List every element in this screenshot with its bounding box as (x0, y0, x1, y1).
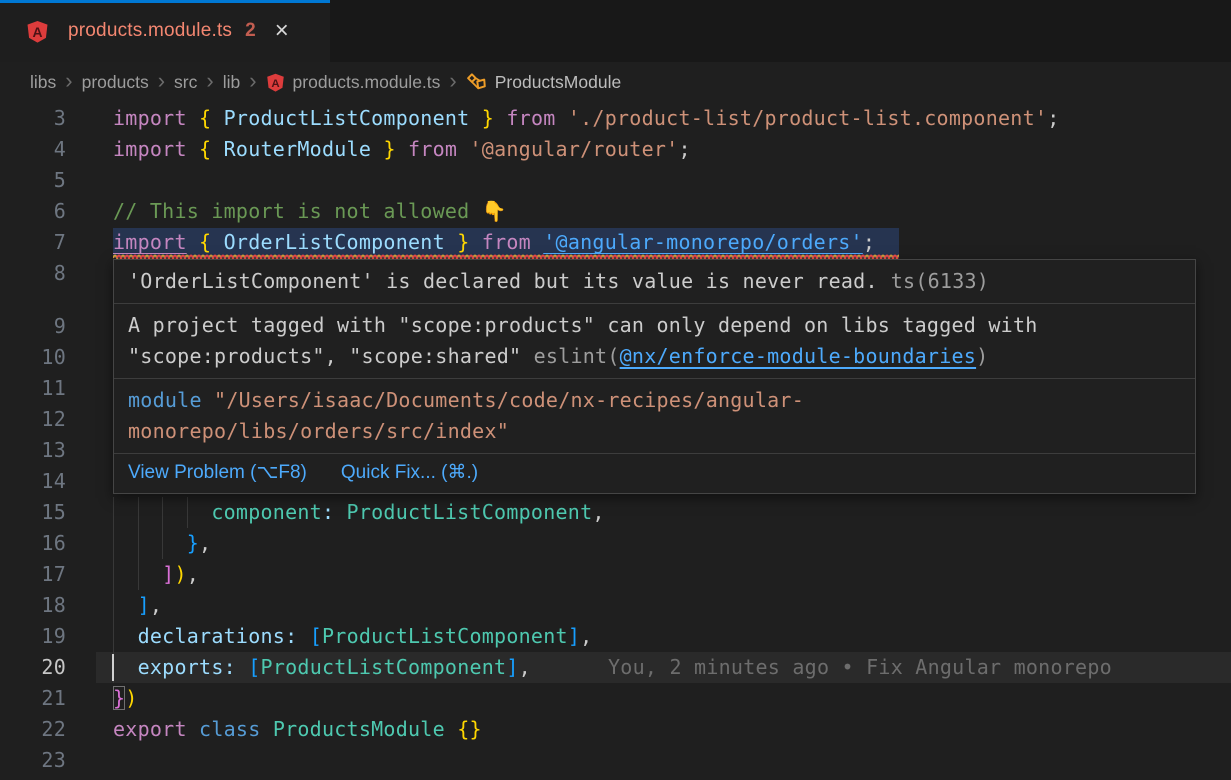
line-number: 23 (0, 745, 66, 776)
tab-problem-count-badge: 2 (245, 20, 256, 42)
hover-popup: 'OrderListComponent' is declared but its… (113, 259, 1196, 494)
eslint-message-line2: "scope:products", "scope:shared" eslint(… (128, 341, 1181, 372)
code-line-15[interactable]: 15 component: ProductListComponent, (0, 497, 1231, 528)
line-number: 12 (0, 404, 66, 435)
chevron-right-icon: › (449, 70, 456, 95)
ts-diagnostic-code: ts(6133) (891, 269, 989, 293)
code-line-19[interactable]: 19 declarations: [ProductListComponent], (0, 621, 1231, 652)
line-number: 22 (0, 714, 66, 745)
code-text: // This import is not allowed 👇 (113, 196, 507, 227)
code-text: export class ProductsModule {} (113, 714, 482, 745)
line-number: 18 (0, 590, 66, 621)
module-path-line2: monorepo/libs/orders/src/index" (128, 419, 509, 443)
code-text: }, (113, 528, 211, 559)
code-line-20[interactable]: 20 exports: [ProductListComponent], You, … (0, 652, 1231, 683)
quick-fix-action[interactable]: Quick Fix... (⌘.) (341, 461, 478, 484)
code-line-5[interactable]: 5 (0, 165, 1231, 196)
line-number: 15 (0, 497, 66, 528)
line-number: 13 (0, 435, 66, 466)
code-text: exports: [ProductListComponent], (113, 652, 531, 683)
code-line-21[interactable]: 21}) (0, 683, 1231, 714)
chevron-right-icon: › (249, 70, 256, 95)
angular-file-icon: A (266, 73, 285, 92)
hover-ts-diagnostic: 'OrderListComponent' is declared but its… (114, 260, 1195, 303)
line-number: 20 (0, 652, 66, 683)
module-path-line1: "/Users/isaac/Documents/code/nx-recipes/… (214, 388, 804, 412)
tab-label: products.module.ts (68, 20, 232, 42)
code-text: ], (113, 590, 162, 621)
tab-products-module-ts[interactable]: A products.module.ts 2 × (0, 0, 330, 62)
line-number: 17 (0, 559, 66, 590)
breadcrumb-item-src[interactable]: src (174, 72, 197, 93)
breadcrumb-item-lib[interactable]: lib (223, 72, 241, 93)
eslint-message-text: "scope:products", "scope:shared" (128, 344, 521, 368)
line-number: 4 (0, 134, 66, 165)
svg-text:A: A (271, 78, 279, 90)
line-number: 8 (0, 258, 66, 289)
line-number: 21 (0, 683, 66, 714)
view-problem-action[interactable]: View Problem (⌥F8) (128, 461, 307, 484)
code-line-6[interactable]: 6 // This import is not allowed 👇 (0, 196, 1231, 227)
chevron-right-icon: › (65, 70, 72, 95)
breadcrumb-item-file[interactable]: products.module.ts (293, 72, 441, 93)
close-icon[interactable]: × (275, 19, 289, 43)
line-number: 9 (0, 311, 66, 342)
breadcrumb-item-symbol[interactable]: ProductsModule (495, 72, 621, 93)
eslint-source-prefix: eslint( (521, 344, 619, 368)
code-line-17[interactable]: 17 ]), (0, 559, 1231, 590)
breadcrumb: libs › products › src › lib › A products… (0, 62, 1231, 103)
chevron-right-icon: › (206, 70, 213, 95)
line-number: 16 (0, 528, 66, 559)
code-text: ]), (113, 559, 199, 590)
code-text: import { RouterModule } from '@angular/r… (113, 134, 691, 165)
text-cursor (112, 654, 114, 681)
line-number: 3 (0, 103, 66, 134)
code-text: import { ProductListComponent } from './… (113, 103, 1059, 134)
code-line-16[interactable]: 16 }, (0, 528, 1231, 559)
tab-bar: A products.module.ts 2 × (0, 0, 1231, 62)
chevron-right-icon: › (158, 70, 165, 95)
eslint-message-line1: A project tagged with "scope:products" c… (128, 310, 1181, 341)
angular-file-icon: A (26, 20, 49, 43)
svg-text:A: A (32, 23, 42, 39)
code-line-4[interactable]: 4 import { RouterModule } from '@angular/… (0, 134, 1231, 165)
line-number: 7 (0, 227, 66, 258)
code-line-18[interactable]: 18 ], (0, 590, 1231, 621)
code-text: }) (113, 683, 138, 714)
eslint-source-suffix: ) (976, 344, 988, 368)
line-number: 10 (0, 342, 66, 373)
code-text: declarations: [ProductListComponent], (113, 621, 592, 652)
hover-eslint-diagnostic: A project tagged with "scope:products" c… (114, 304, 1195, 378)
code-line-3[interactable]: 3 import { ProductListComponent } from '.… (0, 103, 1231, 134)
line-number: 6 (0, 196, 66, 227)
code-line-22[interactable]: 22 export class ProductsModule {} (0, 714, 1231, 745)
breadcrumb-item-products[interactable]: products (82, 72, 149, 93)
breadcrumb-item-libs[interactable]: libs (30, 72, 56, 93)
eslint-rule-link[interactable]: @nx/enforce-module-boundaries (620, 344, 976, 368)
ts-diagnostic-message: 'OrderListComponent' is declared but its… (128, 269, 878, 293)
line-number: 5 (0, 165, 66, 196)
module-keyword: module (128, 388, 202, 412)
line-number: 11 (0, 373, 66, 404)
hover-action-bar: View Problem (⌥F8) Quick Fix... (⌘.) (114, 454, 1195, 493)
line-number: 19 (0, 621, 66, 652)
line-number: 14 (0, 466, 66, 497)
git-blame-annotation: You, 2 minutes ago • Fix Angular monorep… (608, 652, 1112, 683)
code-line-7[interactable]: 7import { OrderListComponent } from '@an… (0, 227, 1231, 258)
code-text: component: ProductListComponent, (113, 497, 605, 528)
code-line-23[interactable]: 23 (0, 745, 1231, 776)
hover-module-path: module "/Users/isaac/Documents/code/nx-r… (114, 379, 1195, 453)
class-symbol-icon (466, 72, 487, 93)
